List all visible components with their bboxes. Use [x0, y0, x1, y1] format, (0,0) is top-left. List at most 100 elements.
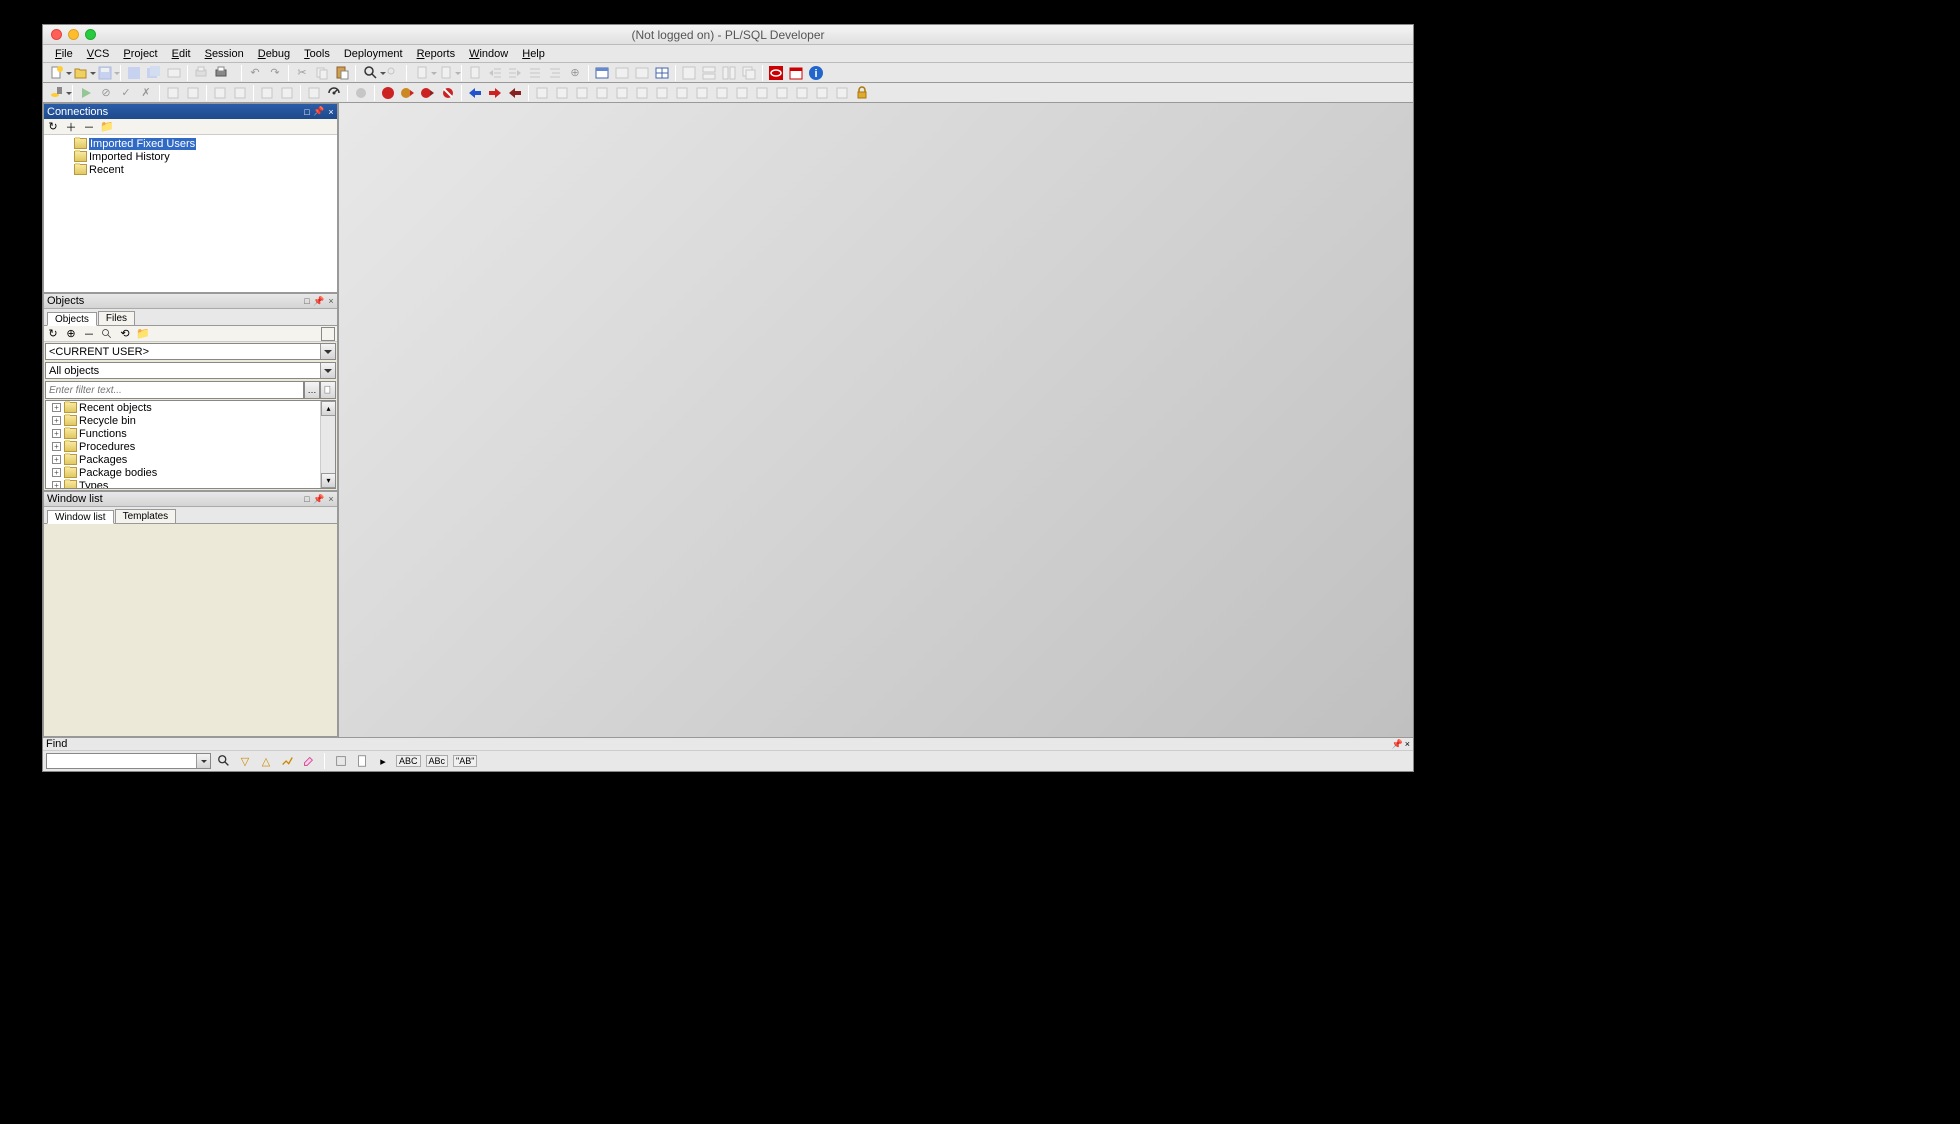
filter-ellipsis-button[interactable]: …: [304, 381, 320, 399]
tree-item-recycle-bin[interactable]: +Recycle bin: [46, 414, 335, 427]
paste-button[interactable]: [333, 64, 351, 82]
tree-item-recent-objects[interactable]: +Recent objects: [46, 401, 335, 414]
find-quote-button[interactable]: "AB": [453, 755, 477, 767]
tree-item-packages[interactable]: +Packages: [46, 453, 335, 466]
compile-button[interactable]: [211, 84, 229, 102]
panel-close-button[interactable]: ×: [325, 493, 337, 505]
debug-btn-8[interactable]: [673, 84, 691, 102]
menu-session[interactable]: Session: [199, 47, 250, 61]
find-erase-icon[interactable]: [300, 753, 316, 769]
beautifier-2-button[interactable]: [278, 84, 296, 102]
rollback-button[interactable]: ✗: [137, 84, 155, 102]
menu-project[interactable]: Project: [117, 47, 163, 61]
close-window-button[interactable]: [51, 29, 62, 40]
tree-item-procedures[interactable]: +Procedures: [46, 440, 335, 453]
filter-type-combo[interactable]: All objects: [45, 362, 336, 379]
table-button[interactable]: [613, 64, 631, 82]
beautifier-button[interactable]: [258, 84, 276, 102]
debug-btn-13[interactable]: [773, 84, 791, 102]
connections-tree[interactable]: Imported Fixed Users Imported History Re…: [44, 135, 337, 292]
execute-button[interactable]: [77, 84, 95, 102]
debug-step-button[interactable]: [399, 84, 417, 102]
tab-window-list[interactable]: Window list: [47, 510, 114, 524]
add-icon[interactable]: ＋: [64, 120, 78, 134]
cut-button[interactable]: ✂: [293, 64, 311, 82]
color-picker-button[interactable]: [321, 327, 335, 341]
tab-templates[interactable]: Templates: [115, 509, 177, 523]
panel-pin-button[interactable]: 📌: [313, 295, 325, 307]
menu-reports[interactable]: Reports: [411, 47, 462, 61]
save-all-button[interactable]: [145, 64, 163, 82]
explain-button[interactable]: [164, 84, 182, 102]
scroll-down-button[interactable]: ▾: [321, 473, 336, 488]
user-combo[interactable]: <CURRENT USER>: [45, 343, 336, 360]
debug-btn-10[interactable]: [713, 84, 731, 102]
debug-btn-1[interactable]: [533, 84, 551, 102]
find-next-button[interactable]: [384, 64, 402, 82]
debug-btn-6[interactable]: [633, 84, 651, 102]
find-down-icon[interactable]: ▽: [237, 753, 253, 769]
panel-close-button[interactable]: ×: [325, 106, 337, 118]
debug-lock-button[interactable]: [853, 84, 871, 102]
open-button[interactable]: [70, 64, 92, 82]
panel-pin-button[interactable]: 📌: [1392, 739, 1403, 750]
oracle-button[interactable]: [767, 64, 785, 82]
tab-files[interactable]: Files: [98, 311, 135, 325]
print-setup-button[interactable]: [212, 64, 230, 82]
tree-item-functions[interactable]: +Functions: [46, 427, 335, 440]
save-file-button[interactable]: [125, 64, 143, 82]
folder-icon[interactable]: 📁: [136, 327, 150, 341]
nav-forward-button[interactable]: [486, 84, 504, 102]
expand-icon[interactable]: +: [52, 455, 61, 464]
cascade-button[interactable]: [740, 64, 758, 82]
break-button[interactable]: ⊘: [97, 84, 115, 102]
debug-btn-7[interactable]: [653, 84, 671, 102]
format-button[interactable]: [526, 64, 544, 82]
logon-button[interactable]: [46, 84, 68, 102]
remove-icon[interactable]: －: [82, 120, 96, 134]
objects-tree[interactable]: +Recent objects +Recycle bin +Functions …: [45, 400, 336, 489]
undo-button[interactable]: ↶: [246, 64, 264, 82]
expand-icon[interactable]: ⊕: [64, 327, 78, 341]
find-document-icon[interactable]: [354, 753, 370, 769]
expand-icon[interactable]: +: [52, 403, 61, 412]
menu-edit[interactable]: Edit: [166, 47, 197, 61]
debug-stop-button[interactable]: [379, 84, 397, 102]
compile-2-button[interactable]: [231, 84, 249, 102]
menu-window[interactable]: Window: [463, 47, 514, 61]
panel-pin-button[interactable]: 📌: [313, 106, 325, 118]
expand-icon[interactable]: +: [52, 416, 61, 425]
indent-right-button[interactable]: [506, 64, 524, 82]
tree-item-imported-fixed-users[interactable]: Imported Fixed Users: [46, 137, 335, 150]
query-builder-button[interactable]: [593, 64, 611, 82]
special-copy-button[interactable]: [305, 84, 323, 102]
debug-btn-16[interactable]: [833, 84, 851, 102]
collapse-icon[interactable]: －: [82, 327, 96, 341]
menu-vcs[interactable]: VCS: [81, 47, 116, 61]
find-icon[interactable]: [100, 327, 114, 341]
find-case-abc2-button[interactable]: ABc: [426, 755, 449, 767]
find-highlight-icon[interactable]: [279, 753, 295, 769]
expand-icon[interactable]: +: [52, 481, 61, 489]
debug-btn-12[interactable]: [753, 84, 771, 102]
debug-step-over-button[interactable]: [419, 84, 437, 102]
new-button[interactable]: [46, 64, 68, 82]
find-case-abc-button[interactable]: ABC: [396, 755, 421, 767]
panel-maximize-button[interactable]: □: [301, 295, 313, 307]
print-button[interactable]: [192, 64, 210, 82]
save-button[interactable]: [94, 64, 116, 82]
find-execute-icon[interactable]: [216, 753, 232, 769]
debug-btn-3[interactable]: [573, 84, 591, 102]
maximize-window-button[interactable]: [85, 29, 96, 40]
panel-maximize-button[interactable]: □: [301, 493, 313, 505]
find-list-icon[interactable]: ▸: [375, 753, 391, 769]
indent-left-button[interactable]: [486, 64, 504, 82]
copy-button[interactable]: [313, 64, 331, 82]
menu-deployment[interactable]: Deployment: [338, 47, 409, 61]
panel-close-button[interactable]: ×: [325, 295, 337, 307]
debug-start-button[interactable]: [352, 84, 370, 102]
menu-tools[interactable]: Tools: [298, 47, 336, 61]
doc-action-button[interactable]: [411, 64, 433, 82]
scrollbar[interactable]: ▴ ▾: [320, 401, 335, 488]
debug-btn-11[interactable]: [733, 84, 751, 102]
